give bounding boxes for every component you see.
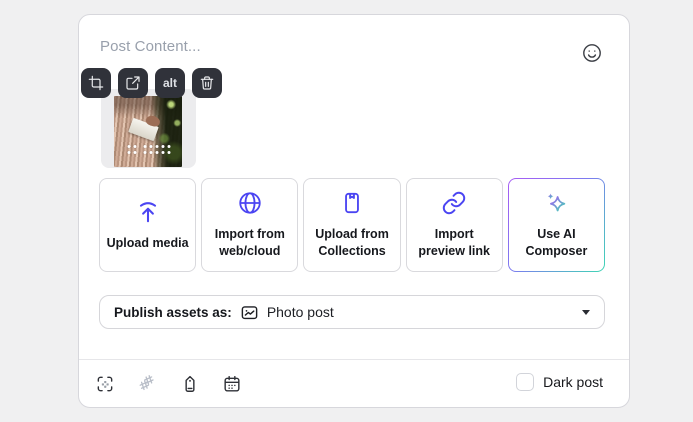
upload-media-label: Upload media: [107, 235, 189, 252]
post-content-input[interactable]: Post Content...: [100, 38, 570, 58]
use-ai-composer-button[interactable]: Use AI Composer: [508, 178, 605, 272]
trash-icon: [199, 75, 215, 91]
hashtags-icon: [137, 374, 157, 394]
collections-icon: [339, 190, 365, 216]
media-thumbnail-card[interactable]: [101, 89, 196, 168]
upload-from-collections-button[interactable]: Upload from Collections: [303, 178, 400, 272]
tag-label-button[interactable]: [179, 373, 201, 395]
import-web-cloud-button[interactable]: Import from web/cloud: [201, 178, 298, 272]
alt-text-label: alt: [163, 76, 177, 90]
upload-arrow-icon: [135, 199, 161, 225]
schedule-calendar-button[interactable]: [221, 373, 243, 395]
import-preview-link-button[interactable]: Import preview link: [406, 178, 503, 272]
photo-post-icon: [240, 303, 259, 322]
crop-icon: [88, 75, 104, 91]
delete-media-button[interactable]: [192, 68, 222, 98]
viewfinder-icon: [95, 374, 115, 394]
crop-media-button[interactable]: [81, 68, 111, 98]
media-toolbar: alt: [81, 68, 222, 98]
use-ai-composer-label: Use AI Composer: [513, 226, 600, 260]
expand-media-button[interactable]: [118, 68, 148, 98]
alt-text-button[interactable]: alt: [155, 68, 185, 98]
import-preview-link-label: Import preview link: [411, 226, 498, 260]
publish-assets-label: Publish assets as:: [114, 305, 232, 320]
upload-media-button[interactable]: Upload media: [99, 178, 196, 272]
import-web-cloud-label: Import from web/cloud: [206, 226, 293, 260]
emoji-picker-button[interactable]: [582, 43, 602, 63]
hashtag-suggestions-button[interactable]: [136, 373, 158, 395]
globe-icon: [237, 190, 263, 216]
dark-post-checkbox[interactable]: [516, 373, 534, 391]
link-icon: [441, 190, 467, 216]
external-link-icon: [125, 75, 141, 91]
sparkles-icon: [543, 190, 569, 216]
dark-post-control: Dark post: [516, 373, 603, 391]
upload-options-row: Upload media Import from web/cloud Uploa…: [99, 178, 605, 272]
dark-post-label: Dark post: [543, 374, 603, 390]
post-composer-card: Post Content... alt: [78, 14, 630, 408]
drag-handle-dots[interactable]: [127, 145, 170, 154]
upload-from-collections-label: Upload from Collections: [308, 226, 395, 260]
uploaded-photo: [114, 96, 182, 167]
tag-icon: [180, 374, 200, 394]
publish-selected-option: Photo post: [267, 304, 334, 320]
footer-toolbar: Dark post: [79, 360, 629, 407]
calendar-icon: [222, 374, 242, 394]
focus-preview-button[interactable]: [94, 373, 116, 395]
publish-assets-select[interactable]: Publish assets as: Photo post: [99, 295, 605, 329]
chevron-down-icon: [582, 310, 590, 315]
smiley-icon: [582, 43, 602, 63]
